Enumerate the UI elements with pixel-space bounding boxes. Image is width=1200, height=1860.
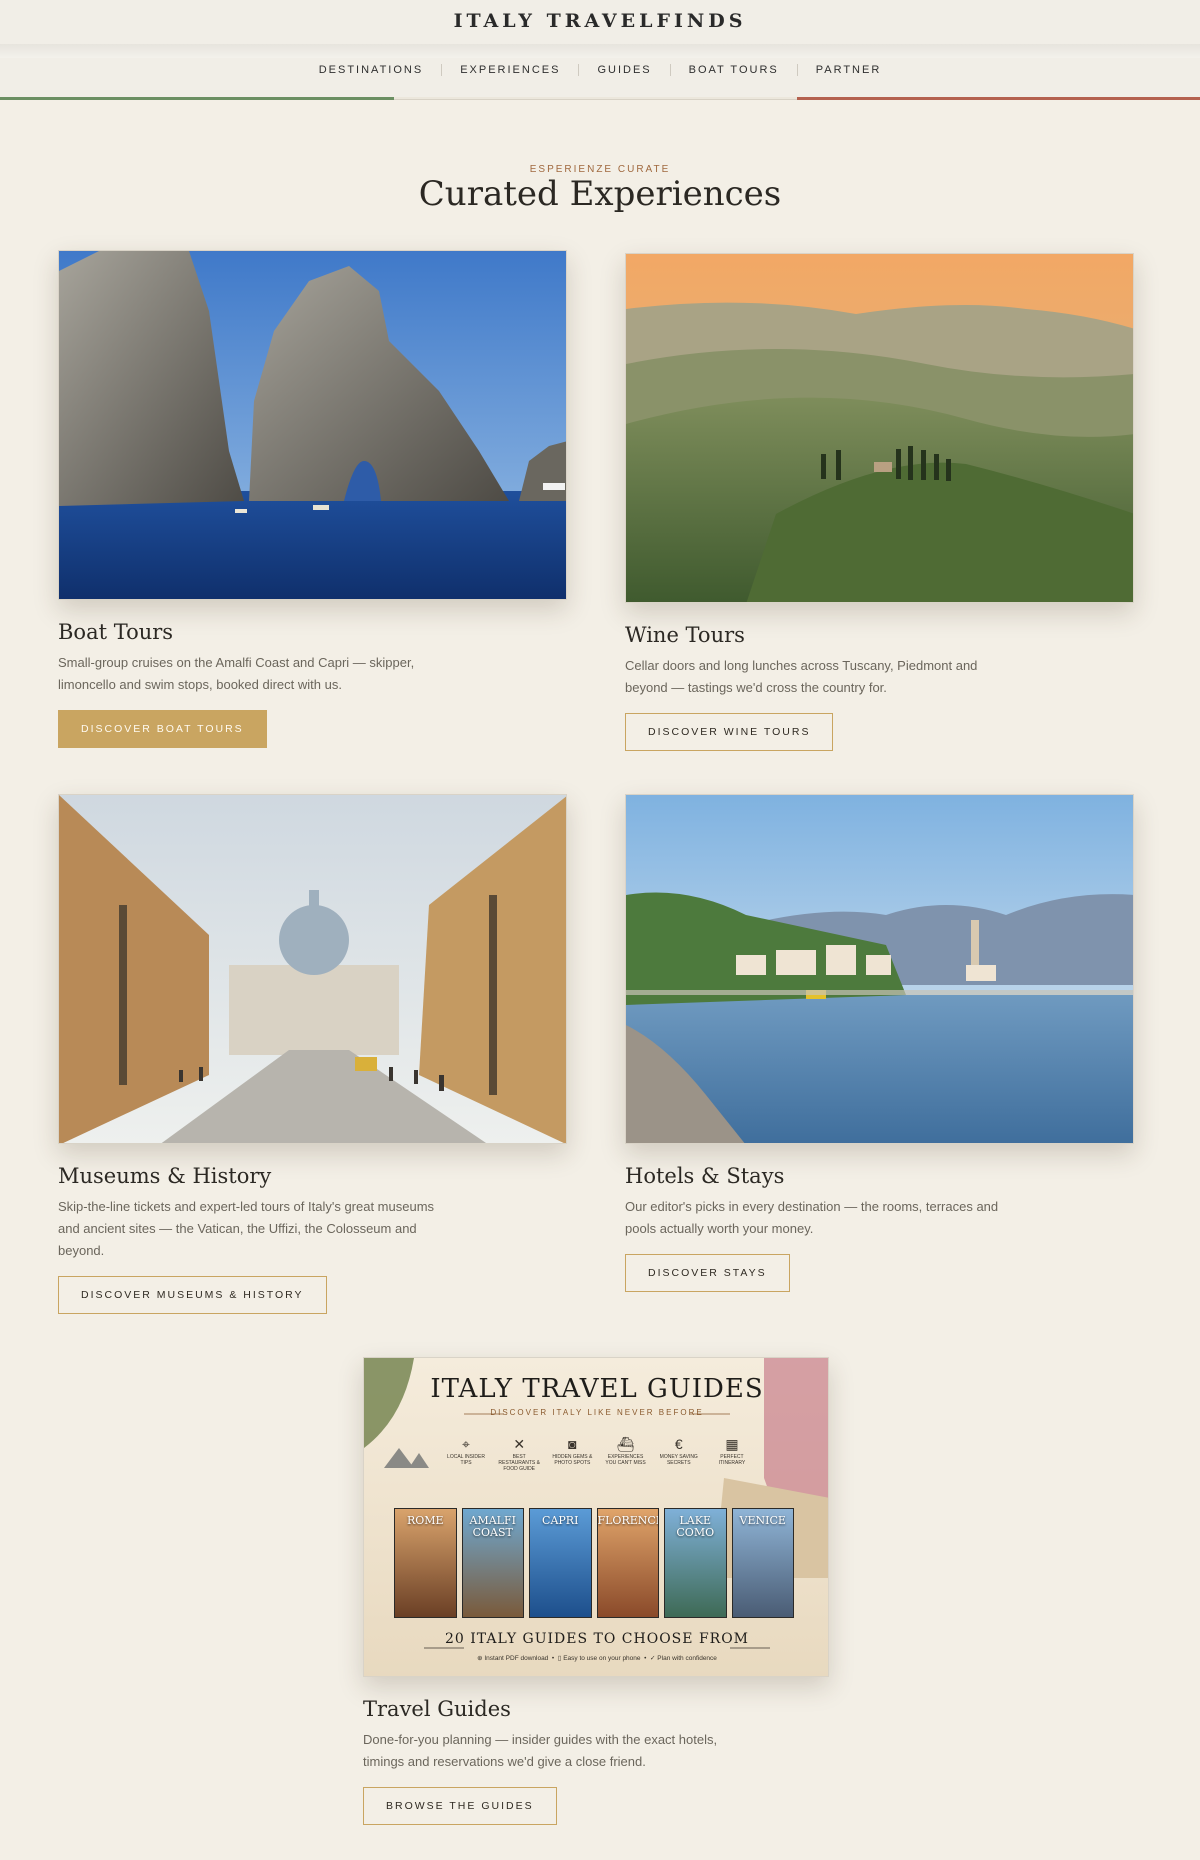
- feature-item: ▦ PERFECT ITINERARY: [710, 1436, 754, 1472]
- phone-icon: ▯: [557, 1655, 562, 1662]
- check-icon: ✓: [650, 1655, 656, 1662]
- lake-como-photo: [626, 795, 1133, 1143]
- tricolor-green: [0, 97, 394, 100]
- brand-logo[interactable]: ITALY TRAVELFINDS: [0, 10, 1200, 32]
- vatican-street-photo: [59, 795, 566, 1143]
- book-florence: FLORENCE: [596, 1508, 659, 1618]
- nav-experiences[interactable]: EXPERIENCES: [442, 64, 578, 76]
- feature-label: PERFECT ITINERARY: [718, 1454, 746, 1466]
- pin-icon: ⌖: [462, 1436, 470, 1452]
- download-icon: ⊕: [477, 1655, 483, 1662]
- card-description: Cellar doors and long lunches across Tus…: [625, 658, 978, 695]
- nav-boat-tours[interactable]: BOAT TOURS: [671, 64, 797, 76]
- nav-destinations[interactable]: DESTINATIONS: [301, 64, 441, 76]
- feature-label: MONEY SAVING SECRETS: [659, 1454, 698, 1466]
- book-venice: VENICE: [731, 1508, 794, 1618]
- card-description: Small-group cruises on the Amalfi Coast …: [58, 655, 415, 692]
- museums-history-image[interactable]: [58, 794, 567, 1144]
- poster-feature-list: ⌖ LOCAL INSIDER TIPS ✕ BEST RESTAURANTS & …: [444, 1436, 754, 1472]
- site-header: ITALY TRAVELFINDS DESTINATIONS EXPERIENC…: [0, 0, 1200, 100]
- feature-item: € MONEY SAVING SECRETS: [657, 1436, 701, 1472]
- card-travel-guides: ITALY TRAVEL GUIDES DISCOVER ITALY LIKE …: [363, 1357, 829, 1825]
- tricolor-white: [394, 97, 797, 100]
- guide-book-row: ROME AMALFI COAST CAPRI FLORENCE LAKE CO…: [394, 1508, 794, 1618]
- feature-label: BEST RESTAURANTS & FOOD GUIDE: [498, 1454, 540, 1472]
- poster-footer-item: Instant PDF download: [484, 1655, 549, 1662]
- card-title: Travel Guides: [363, 1697, 511, 1721]
- card-title: Hotels & Stays: [625, 1164, 785, 1188]
- feature-label: LOCAL INSIDER TIPS: [447, 1454, 485, 1466]
- feature-label: EXPERIENCES YOU CAN'T MISS: [605, 1454, 646, 1466]
- boat-icon: ⛴: [616, 1436, 635, 1452]
- poster-footer-item: Plan with confidence: [657, 1655, 717, 1662]
- card-description: Our editor's picks in every destination …: [625, 1199, 999, 1236]
- travel-guides-poster[interactable]: ITALY TRAVEL GUIDES DISCOVER ITALY LIKE …: [363, 1357, 829, 1677]
- discover-stays-button[interactable]: DISCOVER STAYS: [625, 1254, 790, 1292]
- discover-museums-history-button[interactable]: DISCOVER MUSEUMS & HISTORY: [58, 1276, 327, 1314]
- header-shade: [0, 44, 1200, 58]
- book-capri: CAPRI: [529, 1508, 592, 1618]
- book-label: FLORENCE: [597, 1514, 659, 1527]
- poster-choose-text: 20 ITALY GUIDES TO CHOOSE FROM: [444, 1631, 750, 1647]
- nav-guides[interactable]: GUIDES: [579, 64, 669, 76]
- book-amalfi-coast: AMALFI COAST: [461, 1508, 524, 1618]
- poster-footer-item: Easy to use on your phone: [563, 1655, 641, 1662]
- book-lake-como: LAKE COMO: [664, 1508, 727, 1618]
- wine-tours-image[interactable]: [625, 253, 1134, 603]
- feature-label: HIDDEN GEMS & PHOTO SPOTS: [552, 1454, 593, 1466]
- card-description: Done-for-you planning — insider guides w…: [363, 1732, 718, 1769]
- poster-subtitle: DISCOVER ITALY LIKE NEVER BEFORE: [490, 1408, 704, 1417]
- browse-guides-button[interactable]: BROWSE THE GUIDES: [363, 1787, 557, 1825]
- feature-item: ✕ BEST RESTAURANTS & FOOD GUIDE: [497, 1436, 541, 1472]
- discover-wine-tours-button[interactable]: DISCOVER WINE TOURS: [625, 713, 834, 751]
- card-museums-history: Museums & History Skip-the-line tickets …: [58, 794, 567, 1314]
- card-title: Boat Tours: [58, 620, 174, 644]
- book-label: VENICE: [739, 1514, 786, 1527]
- camera-icon: ◙: [568, 1436, 577, 1452]
- tricolor-red: [797, 97, 1200, 100]
- card-wine-tours: Wine Tours Cellar doors and long lunches…: [625, 253, 1134, 751]
- feature-item: ◙ HIDDEN GEMS & PHOTO SPOTS: [550, 1436, 594, 1472]
- section-title: Curated Experiences: [418, 174, 782, 214]
- book-label: LAKE COMO: [676, 1514, 715, 1539]
- feature-item: ⛴ EXPERIENCES YOU CAN'T MISS: [604, 1436, 648, 1472]
- hotels-stays-image[interactable]: [625, 794, 1134, 1144]
- main-nav: DESTINATIONS EXPERIENCES GUIDES BOAT TOU…: [0, 64, 1200, 76]
- book-label: AMALFI COAST: [469, 1514, 516, 1539]
- cutlery-icon: ✕: [513, 1436, 526, 1452]
- card-title: Wine Tours: [625, 623, 745, 647]
- boat-tours-image[interactable]: [58, 250, 567, 600]
- nav-partner[interactable]: PARTNER: [798, 64, 900, 76]
- euro-icon: €: [674, 1436, 683, 1452]
- feature-item: ⌖ LOCAL INSIDER TIPS: [444, 1436, 488, 1472]
- calendar-icon: ▦: [725, 1436, 739, 1452]
- discover-boat-tours-button[interactable]: DISCOVER BOAT TOURS: [58, 710, 267, 748]
- book-label: ROME: [406, 1514, 444, 1527]
- poster-footer: ⊕ Instant PDF download • ▯ Easy to use o…: [477, 1655, 717, 1662]
- tuscany-hills-photo: [626, 254, 1133, 602]
- poster-title: ITALY TRAVEL GUIDES: [430, 1374, 764, 1404]
- card-hotels-stays: Hotels & Stays Our editor's picks in eve…: [625, 794, 1134, 1292]
- card-boat-tours: Boat Tours Small-group cruises on the Am…: [58, 250, 567, 748]
- tricolor-divider: [0, 97, 1200, 100]
- card-description: Skip-the-line tickets and expert-led tou…: [58, 1199, 435, 1258]
- book-rome: ROME: [394, 1508, 457, 1618]
- capri-faraglioni-photo: [59, 251, 566, 599]
- card-title: Museums & History: [58, 1164, 272, 1188]
- book-label: CAPRI: [542, 1514, 579, 1527]
